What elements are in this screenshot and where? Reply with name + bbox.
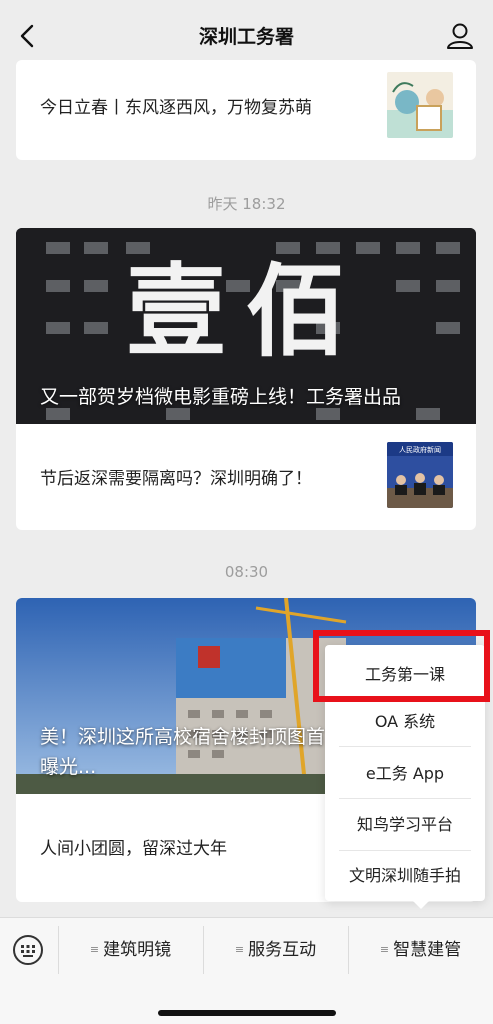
- menu-item-zhiniao-learning[interactable]: 知鸟学习平台: [325, 799, 485, 850]
- spring-illustration-image: [387, 72, 453, 138]
- cover-article[interactable]: 壹佰 又一部贺岁档微电影重磅上线！工务署出品: [16, 228, 476, 424]
- article-thumbnail[interactable]: 人民政府新闻: [387, 442, 453, 508]
- home-indicator[interactable]: [158, 1010, 336, 1016]
- article-card[interactable]: 壹佰 又一部贺岁档微电影重磅上线！工务署出品 节后返深需要隔离吗？深圳明确了！ …: [16, 228, 476, 530]
- menu-lines-icon: ≡: [379, 943, 390, 956]
- tab-smart-construction[interactable]: ≡ 智慧建管: [348, 928, 493, 972]
- tab-architecture-mirror[interactable]: ≡ 建筑明镜: [58, 928, 203, 972]
- tab-label: 建筑明镜: [103, 940, 172, 960]
- cover-big-text: 壹佰: [126, 252, 366, 370]
- menu-item-e-gongwu-app[interactable]: e工务 App: [325, 748, 485, 799]
- bottom-menu-bar: ≡ 建筑明镜 ≡ 服务互动 ≡ 智慧建管: [0, 917, 493, 1024]
- tab-service-interaction[interactable]: ≡ 服务互动: [203, 928, 348, 972]
- highlight-annotation-box: [313, 630, 490, 702]
- article-thumbnail[interactable]: [387, 72, 453, 138]
- keyboard-switch-icon[interactable]: [13, 935, 43, 965]
- article-title[interactable]: 节后返深需要隔离吗？深圳明确了！: [40, 464, 312, 489]
- message-timestamp: 昨天 18:32: [207, 195, 286, 213]
- menu-caret: [413, 901, 429, 909]
- article-title[interactable]: 今日立春丨东风逐西风，万物复苏萌: [40, 93, 312, 118]
- menu-item-oa-system[interactable]: OA 系统: [325, 696, 485, 747]
- tab-label: 服务互动: [248, 940, 317, 960]
- cover-title[interactable]: 美！深圳这所高校宿舍楼封顶图首曝光...: [40, 722, 336, 782]
- menu-item-civilized-shenzhen-snap[interactable]: 文明深圳随手拍: [325, 850, 485, 901]
- menu-lines-icon: ≡: [89, 943, 100, 956]
- article-title[interactable]: 人间小团圆，留深过大年: [40, 834, 227, 859]
- article-card[interactable]: 今日立春丨东风逐西风，万物复苏萌: [16, 60, 476, 160]
- svg-text:人民政府新闻: 人民政府新闻: [399, 445, 441, 454]
- menu-lines-icon: ≡: [234, 943, 245, 956]
- tab-label: 智慧建管: [393, 940, 462, 960]
- press-conference-image: 人民政府新闻: [387, 442, 453, 508]
- page-title: 深圳工务署: [198, 26, 294, 48]
- profile-icon[interactable]: [445, 20, 475, 52]
- cover-title[interactable]: 又一部贺岁档微电影重磅上线！工务署出品: [40, 382, 452, 412]
- message-timestamp: 08:30: [224, 563, 269, 581]
- menu-divider: [339, 746, 471, 747]
